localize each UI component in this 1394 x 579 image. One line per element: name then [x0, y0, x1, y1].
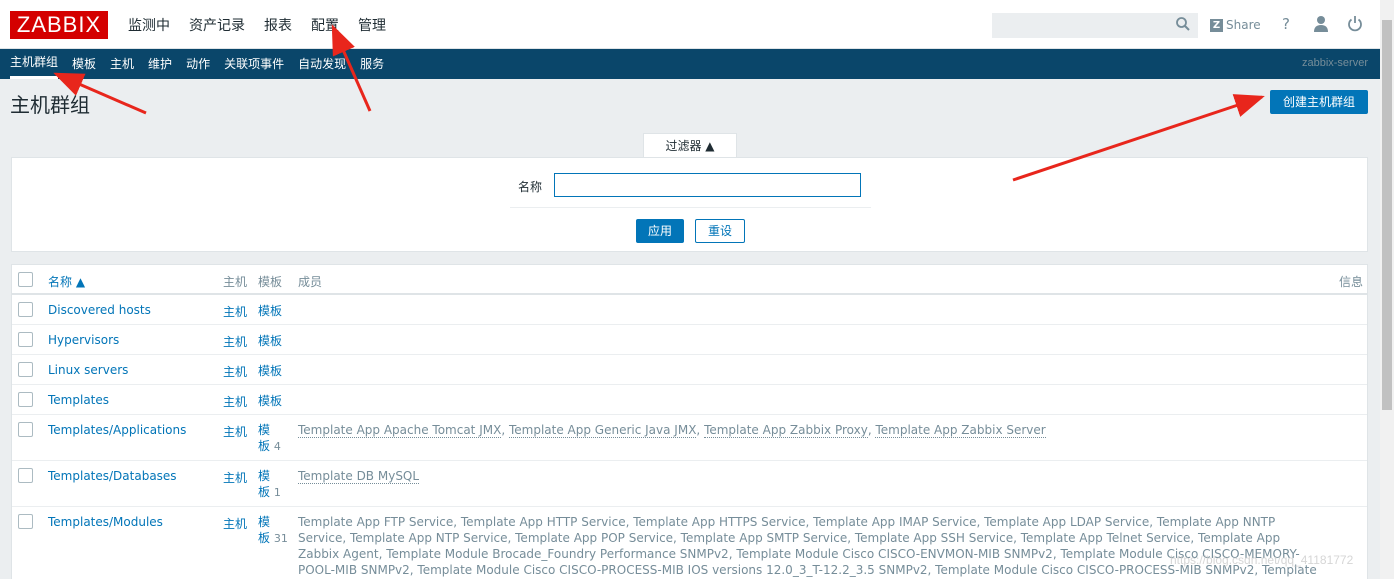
templates-link-text: 模 — [258, 515, 271, 529]
create-host-group-button[interactable]: 创建主机群组 — [1270, 90, 1368, 114]
template-count: 1 — [273, 486, 281, 499]
header-templates: 模板 — [258, 275, 283, 289]
help-icon[interactable]: ? — [1282, 15, 1290, 33]
row-checkbox[interactable] — [18, 514, 33, 529]
sub-nav-items: 主机群组 模板 主机 维护 动作 关联项事件 自动发现 服务 — [10, 49, 384, 79]
table-row: Hypervisors 主机 模板 — [12, 325, 1367, 355]
subnav-templates[interactable]: 模板 — [72, 50, 96, 78]
page-title: 主机群组 — [10, 93, 90, 117]
watermark: https://blog.csdn.net/qq_41181772 — [1170, 553, 1354, 567]
row-checkbox[interactable] — [18, 362, 33, 377]
templates-link[interactable]: 模板 31 — [258, 514, 288, 547]
members-list: Template App Apache Tomcat JMX, Template… — [298, 423, 1046, 438]
group-name-link[interactable]: Templates/Databases — [48, 469, 177, 483]
templates-link-text: 模 — [258, 423, 271, 437]
search-input[interactable] — [992, 13, 1198, 38]
row-checkbox[interactable] — [18, 332, 33, 347]
reset-button[interactable]: 重设 — [695, 219, 745, 243]
share-icon: Z — [1210, 18, 1223, 32]
top-menu: 监测中 资产记录 报表 配置 管理 — [128, 0, 386, 49]
table-row: Templates 主机 模板 — [12, 385, 1367, 415]
header-members: 成员 — [298, 275, 323, 289]
subnav-services[interactable]: 服务 — [360, 50, 384, 78]
row-checkbox[interactable] — [18, 468, 33, 483]
filter-tab[interactable]: 过滤器 ▲ — [643, 133, 737, 158]
hosts-link[interactable]: 主机 — [223, 363, 247, 380]
filter-divider — [510, 207, 871, 208]
subnav-correlation[interactable]: 关联项事件 — [224, 50, 284, 78]
scrollbar-thumb[interactable] — [1382, 20, 1392, 410]
hosts-link[interactable]: 主机 — [223, 333, 247, 350]
members-list[interactable]: Template App FTP Service, Template App H… — [298, 514, 1322, 579]
apply-button[interactable]: 应用 — [636, 219, 684, 243]
group-name-link[interactable]: Templates/Modules — [48, 515, 163, 529]
select-all-checkbox[interactable] — [18, 272, 33, 287]
template-count: 4 — [273, 440, 281, 453]
group-name-link[interactable]: Hypervisors — [48, 333, 119, 347]
table-row: Templates/Modules 主机 模板 31 Template App … — [12, 507, 1367, 579]
hosts-link[interactable]: 主机 — [223, 393, 247, 410]
subnav-maintenance[interactable]: 维护 — [148, 50, 172, 78]
group-name-link[interactable]: Templates/Applications — [48, 423, 186, 437]
hosts-link[interactable]: 主机 — [223, 469, 247, 486]
search-icon[interactable] — [1175, 16, 1191, 32]
group-name-link[interactable]: Templates — [48, 393, 109, 407]
page-scrollbar[interactable] — [1380, 0, 1394, 579]
header-info: 信息 — [1338, 275, 1363, 289]
zabbix-logo[interactable]: ZABBIX — [10, 11, 108, 39]
table-header: 名称 ▲ 主机 模板 成员 信息 — [12, 265, 1367, 295]
templates-link[interactable]: 模板 — [258, 393, 288, 409]
templates-link[interactable]: 模板 — [258, 303, 288, 319]
subnav-actions[interactable]: 动作 — [186, 50, 210, 78]
member-link[interactable]: Template App Zabbix Server — [875, 423, 1046, 438]
header-hosts: 主机 — [223, 275, 248, 289]
hosts-link[interactable]: 主机 — [223, 423, 247, 440]
filter-name-input[interactable] — [554, 173, 861, 197]
subnav-hosts[interactable]: 主机 — [110, 50, 134, 78]
member-link[interactable]: Template DB MySQL — [298, 469, 420, 484]
member-link[interactable]: Template App Apache Tomcat JMX — [298, 423, 502, 438]
member-link[interactable]: Template App Zabbix Proxy — [704, 423, 868, 438]
menu-monitoring[interactable]: 监测中 — [128, 15, 170, 35]
templates-link-text: 板 — [258, 439, 271, 453]
sub-nav: 主机群组 模板 主机 维护 动作 关联项事件 自动发现 服务 zabbix-se… — [0, 49, 1380, 79]
menu-inventory[interactable]: 资产记录 — [189, 15, 245, 35]
templates-link-text: 板 — [258, 485, 271, 499]
share-button[interactable]: Z Share — [1210, 16, 1261, 34]
templates-link[interactable]: 模板 1 — [258, 468, 288, 501]
menu-reports[interactable]: 报表 — [264, 15, 292, 35]
subnav-discovery[interactable]: 自动发现 — [298, 50, 346, 78]
server-name: zabbix-server — [1301, 57, 1368, 69]
subnav-host-groups[interactable]: 主机群组 — [10, 49, 59, 79]
group-name-link[interactable]: Linux servers — [48, 363, 128, 377]
top-bar: ZABBIX 监测中 资产记录 报表 配置 管理 Z Share ? — [0, 0, 1380, 49]
host-groups-table: 名称 ▲ 主机 模板 成员 信息 Discovered hosts 主机 模板 … — [11, 264, 1368, 579]
template-count: 31 — [273, 532, 288, 545]
table-row: Discovered hosts 主机 模板 — [12, 295, 1367, 325]
share-label: Share — [1226, 18, 1261, 32]
header-name[interactable]: 名称 ▲ — [48, 273, 85, 290]
table-row: Templates/Applications 主机 模板 4 Template … — [12, 415, 1367, 461]
hosts-link[interactable]: 主机 — [223, 303, 247, 320]
templates-link-text: 板 — [258, 531, 271, 545]
user-profile-icon[interactable] — [1313, 15, 1329, 33]
row-checkbox[interactable] — [18, 422, 33, 437]
row-checkbox[interactable] — [18, 392, 33, 407]
row-checkbox[interactable] — [18, 302, 33, 317]
table-row: Templates/Databases 主机 模板 1 Template DB … — [12, 461, 1367, 507]
menu-configuration[interactable]: 配置 — [311, 15, 339, 35]
hosts-link[interactable]: 主机 — [223, 515, 247, 532]
group-name-link[interactable]: Discovered hosts — [48, 303, 151, 317]
logout-icon[interactable] — [1347, 15, 1363, 33]
members-list: Template DB MySQL — [298, 468, 1322, 484]
filter-name-label: 名称 — [518, 180, 543, 194]
templates-link-text: 模 — [258, 469, 271, 483]
templates-link[interactable]: 模板 4 — [258, 422, 288, 455]
menu-administration[interactable]: 管理 — [358, 15, 386, 35]
templates-link[interactable]: 模板 — [258, 363, 288, 379]
member-link[interactable]: Template App Generic Java JMX — [508, 423, 697, 438]
filter-panel: 名称 应用 重设 — [11, 157, 1368, 252]
table-row: Linux servers 主机 模板 — [12, 355, 1367, 385]
templates-link[interactable]: 模板 — [258, 333, 288, 349]
